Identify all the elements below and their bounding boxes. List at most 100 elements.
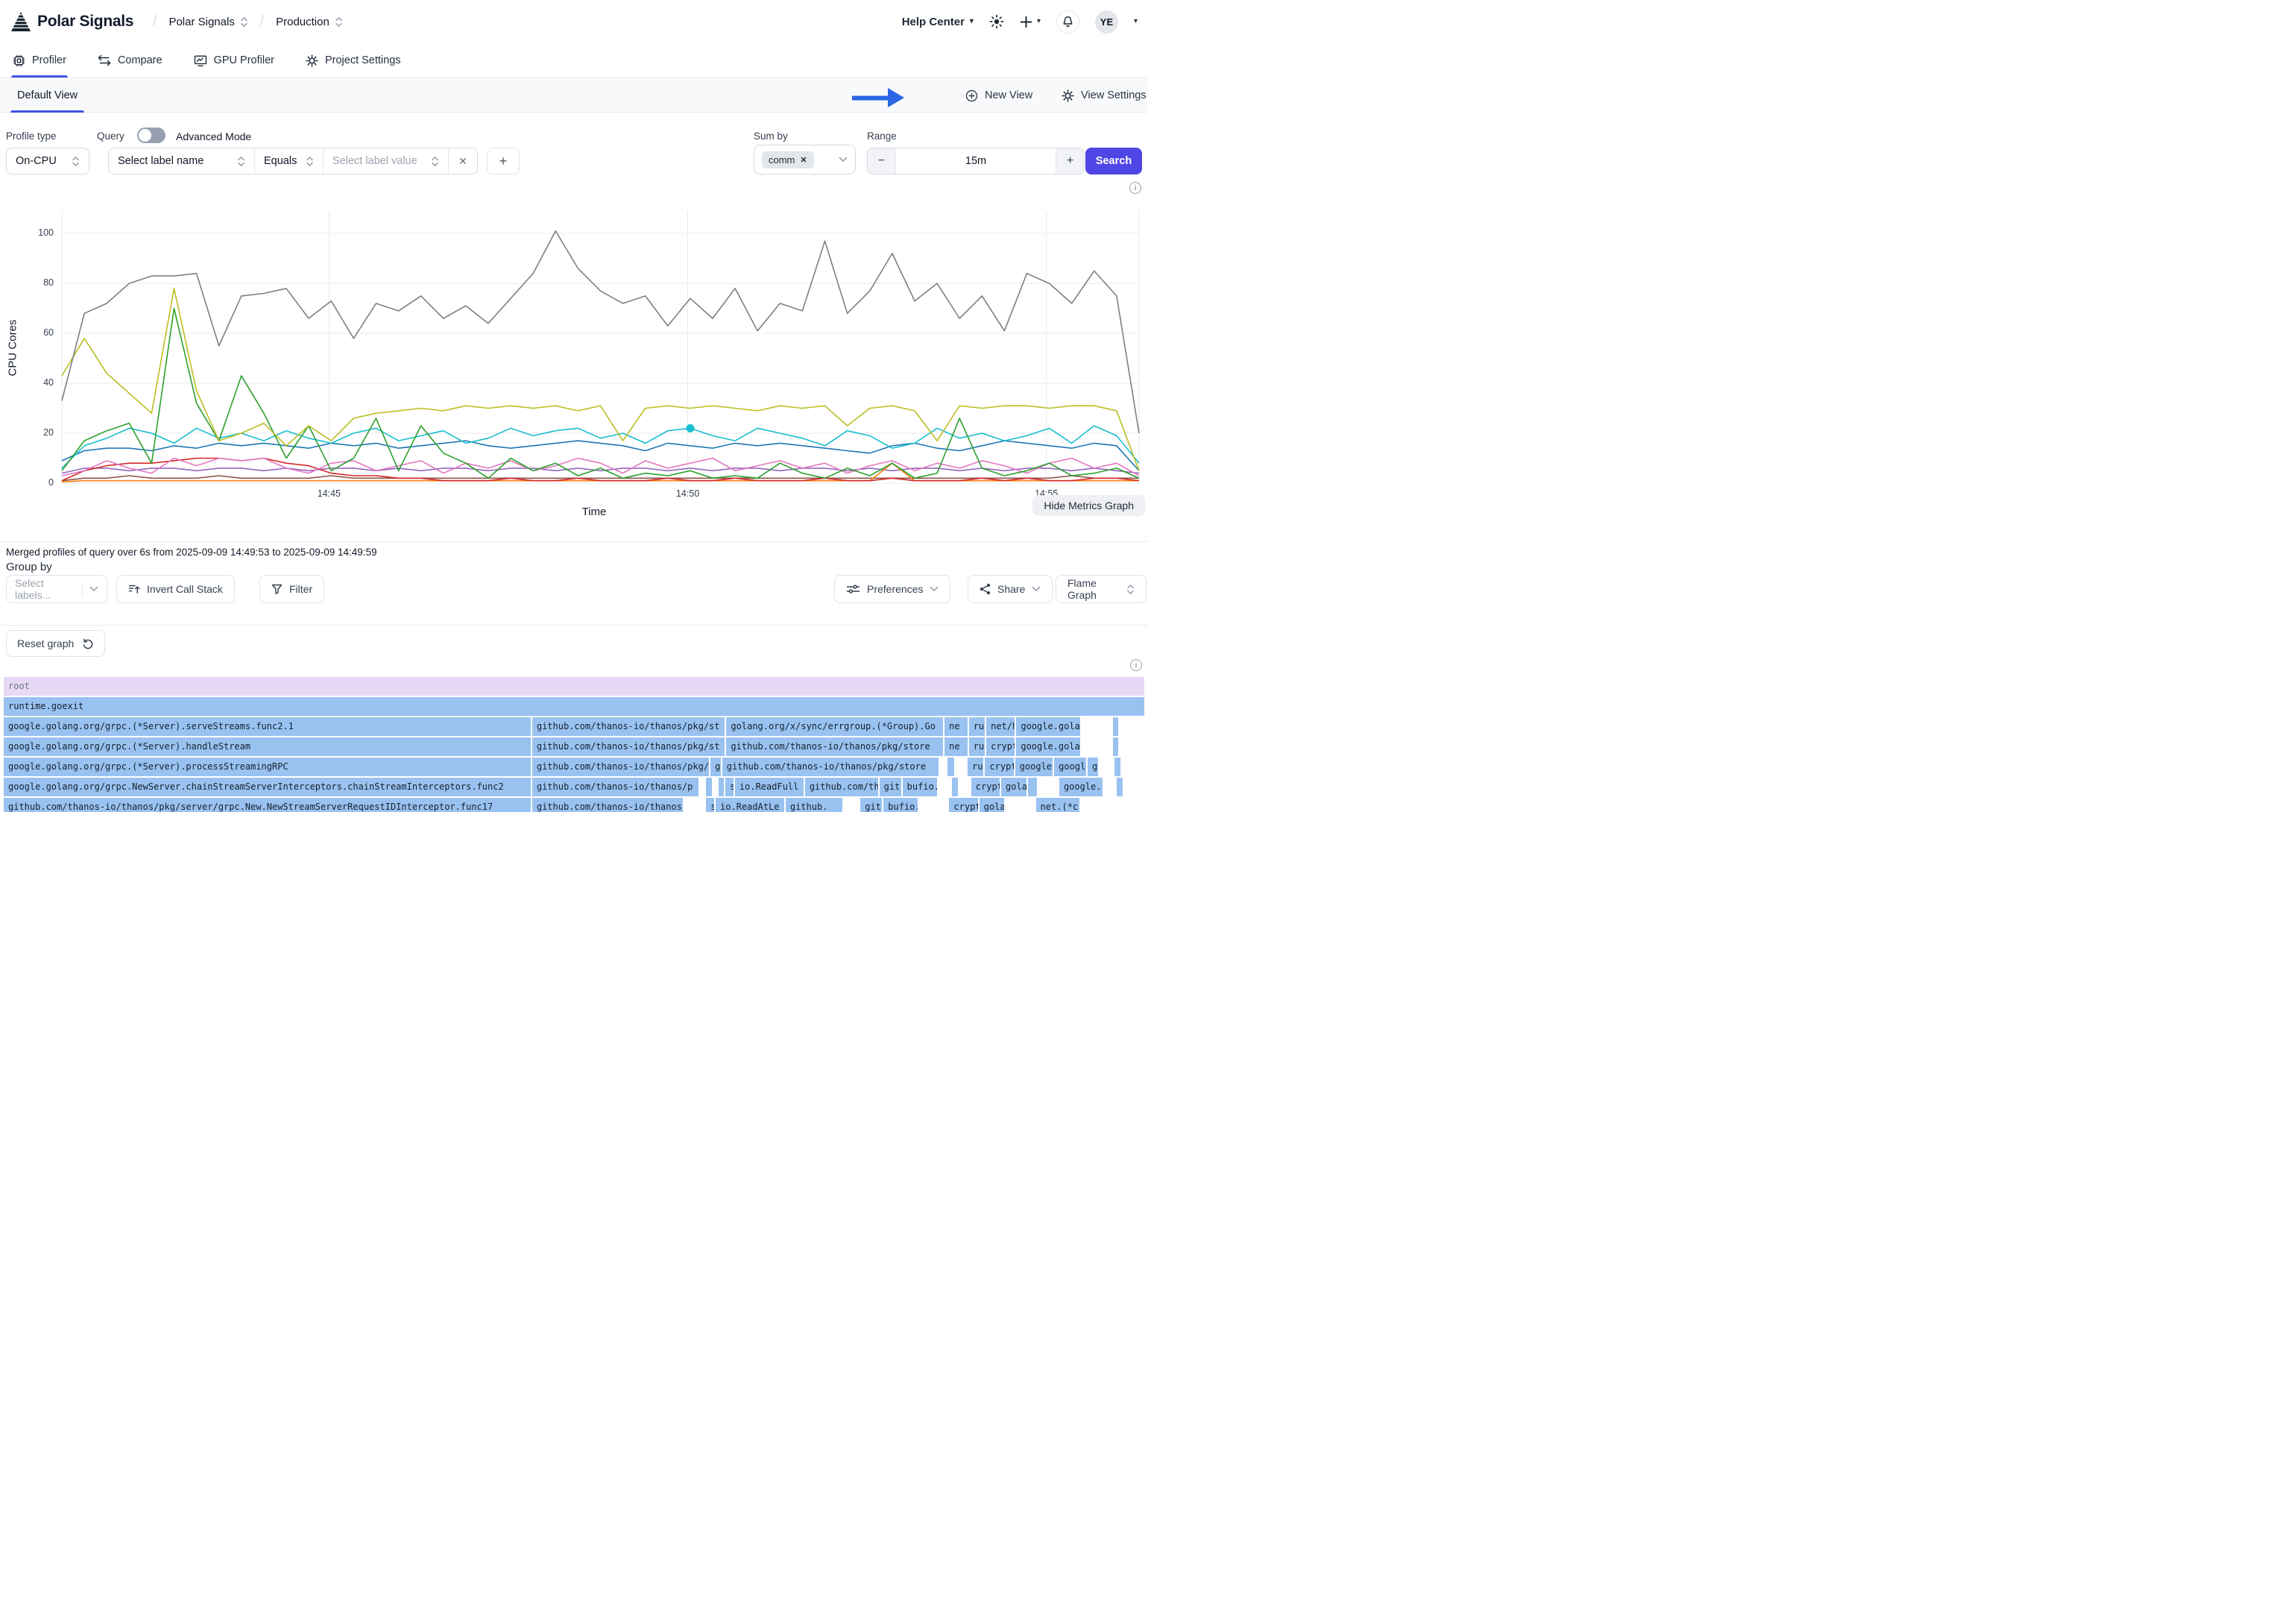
highlighted-data-point[interactable] <box>686 424 694 432</box>
label-value-select[interactable]: Select label value <box>324 148 449 174</box>
flame-cell[interactable]: crypt <box>949 798 977 812</box>
help-center-menu[interactable]: Help Center ▾ <box>902 16 974 28</box>
flame-cell[interactable] <box>952 778 958 796</box>
create-new-menu[interactable]: ▾ <box>1020 16 1041 28</box>
flame-cell[interactable]: google.golang.org/g <box>1016 717 1080 736</box>
range-decrease-button[interactable]: − <box>868 148 896 174</box>
flame-cell[interactable] <box>1117 778 1123 796</box>
flame-cell[interactable]: google. <box>1054 758 1086 776</box>
add-matcher-button[interactable]: + <box>487 148 520 174</box>
flame-cell[interactable]: google. <box>1059 778 1103 796</box>
operator-select[interactable]: Equals <box>255 148 324 174</box>
flame-cell[interactable]: github.com/thanos-io/thanos/p <box>532 778 698 796</box>
flame-cell[interactable]: google.golang.org/g <box>1016 737 1080 756</box>
flame-cell[interactable]: crypt <box>971 778 1000 796</box>
flame-cell[interactable]: crypt <box>985 758 1013 776</box>
visualization-select[interactable]: Flame Graph <box>1056 575 1147 603</box>
invert-call-stack-button[interactable]: Invert Call Stack <box>116 575 235 603</box>
info-icon[interactable]: i <box>1129 182 1141 194</box>
flame-cell[interactable] <box>719 778 725 796</box>
theme-toggle-button[interactable] <box>989 14 1004 29</box>
hide-metrics-graph-button[interactable]: Hide Metrics Graph <box>1032 495 1145 516</box>
flame-cell[interactable]: google.go <box>1015 758 1053 776</box>
chip-close-icon[interactable]: ✕ <box>800 155 807 165</box>
flame-cell[interactable] <box>706 778 712 796</box>
preferences-button[interactable]: Preferences <box>834 575 950 603</box>
flame-cell[interactable] <box>1028 778 1037 796</box>
account-menu-caret[interactable]: ▾ <box>1134 18 1138 25</box>
flame-cell[interactable]: git <box>880 778 901 796</box>
flame-cell[interactable]: io.ReadFull <box>735 778 804 796</box>
tab-compare[interactable]: Compare <box>96 43 164 78</box>
flame-cell[interactable]: ne <box>944 737 968 756</box>
flame-cell[interactable]: github.com/thanos-io/thanos/pkg/server/g… <box>4 798 531 812</box>
flame-cell[interactable]: golang.org/x/sync/errgroup.(*Group).Go <box>726 717 943 736</box>
tab-project-settings[interactable]: Project Settings <box>304 43 403 78</box>
flame-cell[interactable]: g <box>710 758 721 776</box>
flame-cell[interactable]: github.com/thanos-io/thanos/pkg/st <box>532 717 725 736</box>
notifications-button[interactable] <box>1056 10 1079 34</box>
flame-cell[interactable]: ru <box>968 758 983 776</box>
flame-cell[interactable]: github.com/th <box>805 778 878 796</box>
flame-cell[interactable]: google.golang.org/grpc.NewServer.chainSt… <box>4 778 531 796</box>
breadcrumb-environment-selector[interactable]: Production <box>271 13 347 31</box>
flame-cell[interactable]: ru <box>969 737 985 756</box>
flame-cell[interactable]: gola <box>1001 778 1026 796</box>
flame-cell[interactable]: git <box>860 798 882 812</box>
flame-cell[interactable]: crypt <box>986 737 1015 756</box>
flame-cell[interactable] <box>947 758 954 776</box>
breadcrumb-project-selector[interactable]: Polar Signals <box>164 13 252 31</box>
flame-cell[interactable]: root <box>4 677 1144 696</box>
search-button[interactable]: Search <box>1085 148 1142 174</box>
flame-cell[interactable]: github.com/thanos-io/thanos/p <box>532 798 683 812</box>
x-axis-title: Time <box>557 506 631 518</box>
flame-cell[interactable]: ne <box>944 717 968 736</box>
reset-graph-button[interactable]: Reset graph <box>6 630 105 657</box>
flame-cell[interactable]: bufio. <box>903 778 937 796</box>
label-name-select[interactable]: Select label name <box>109 148 255 174</box>
gpu-chart-icon <box>194 54 207 67</box>
share-button[interactable]: Share <box>968 575 1053 603</box>
flame-cell[interactable]: google.golang.org/grpc.(*Server).serveSt… <box>4 717 531 736</box>
flame-cell[interactable]: s <box>706 798 714 812</box>
filter-button[interactable]: Filter <box>259 575 324 603</box>
brand-logo[interactable]: Polar Signals <box>11 12 133 31</box>
info-icon[interactable]: i <box>1130 659 1142 671</box>
tab-default-view[interactable]: Default View <box>10 78 84 113</box>
flame-cell[interactable]: gola <box>980 798 1005 812</box>
flame-cell[interactable]: net/h <box>986 717 1015 736</box>
flame-cell[interactable]: github. <box>786 798 843 812</box>
flame-cell[interactable]: net.(*c <box>1036 798 1079 812</box>
tab-profiler[interactable]: Profiler <box>11 43 68 78</box>
range-value[interactable]: 15m <box>896 148 1056 174</box>
flame-cell[interactable]: ru <box>969 717 985 736</box>
advanced-mode-toggle[interactable] <box>137 128 165 143</box>
x-tick-label: 14:45 <box>306 488 351 499</box>
avatar[interactable]: YE <box>1095 10 1118 34</box>
flame-cell[interactable]: github.com/thanos-io/thanos/pkg/store <box>726 737 943 756</box>
group-by-select[interactable]: Select labels... <box>6 575 107 603</box>
tab-gpu-profiler[interactable]: GPU Profiler <box>192 43 276 78</box>
flame-cell[interactable]: g <box>1088 758 1098 776</box>
flame-cell[interactable]: io.ReadAtLe <box>716 798 784 812</box>
flame-cell[interactable]: github.com/thanos-io/thanos/pkg/st <box>532 737 725 756</box>
new-view-button[interactable]: New View <box>965 78 1032 113</box>
flame-cell[interactable]: bufio. <box>883 798 918 812</box>
view-settings-button[interactable]: View Settings <box>1062 78 1147 113</box>
flame-cell[interactable]: google.golang.org/grpc.(*Server).process… <box>4 758 531 776</box>
select-divider <box>82 582 98 597</box>
profile-type-select[interactable]: On-CPU <box>6 148 89 174</box>
flame-cell[interactable]: github.com/thanos-io/thanos/pkg/ <box>532 758 709 776</box>
flame-cell[interactable]: s <box>725 778 734 796</box>
flame-cell[interactable] <box>1114 758 1120 776</box>
remove-matcher-button[interactable]: ✕ <box>449 148 477 174</box>
flame-cell[interactable]: runtime.goexit <box>4 697 1144 716</box>
flame-cell[interactable] <box>1113 717 1119 736</box>
metrics-chart[interactable] <box>62 211 1139 483</box>
funnel-icon <box>271 584 283 595</box>
flame-cell[interactable] <box>1113 737 1119 756</box>
sum-by-select[interactable]: comm ✕ <box>754 145 856 174</box>
range-increase-button[interactable]: + <box>1056 148 1084 174</box>
flame-cell[interactable]: google.golang.org/grpc.(*Server).handleS… <box>4 737 531 756</box>
flame-cell[interactable]: github.com/thanos-io/thanos/pkg/store <box>722 758 939 776</box>
